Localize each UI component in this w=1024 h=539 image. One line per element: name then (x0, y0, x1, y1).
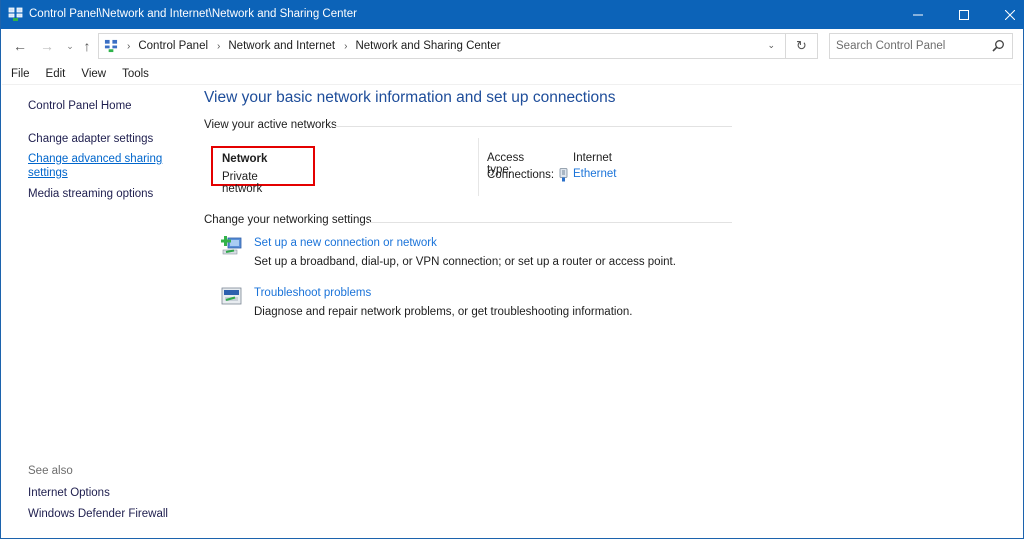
window: Control Panel\Network and Internet\Netwo… (0, 0, 1024, 539)
minimize-button[interactable] (895, 0, 941, 29)
chevron-down-icon: ⌄ (66, 40, 74, 51)
connections-label: Connections: (487, 169, 555, 181)
section-divider (335, 126, 732, 127)
recent-locations-button[interactable]: ⌄ (61, 37, 79, 55)
breadcrumb-network-and-sharing-center[interactable]: Network and Sharing Center (355, 40, 500, 52)
ethernet-icon (559, 168, 568, 182)
maximize-icon (959, 9, 969, 20)
section-divider (369, 222, 732, 223)
breadcrumb-control-panel[interactable]: Control Panel (138, 40, 208, 52)
breadcrumb-network-and-internet[interactable]: Network and Internet (228, 40, 335, 52)
arrow-right-icon: → (40, 38, 54, 54)
sidebar-media-streaming-options[interactable]: Media streaming options (28, 187, 153, 201)
close-icon (1005, 9, 1015, 20)
network-center-icon (8, 7, 23, 21)
search-icon[interactable] (992, 39, 1005, 52)
up-button[interactable]: ↑ (78, 37, 96, 55)
sidebar-link-line1: Change advanced sharing (28, 153, 163, 165)
troubleshoot-problems-link[interactable]: Troubleshoot problems (254, 287, 371, 299)
arrow-up-icon: ↑ (83, 38, 91, 54)
see-also-windows-defender-firewall[interactable]: Windows Defender Firewall (28, 507, 168, 521)
troubleshoot-problems-description: Diagnose and repair network problems, or… (254, 306, 633, 318)
refresh-button[interactable]: ↻ (785, 33, 817, 59)
sidebar-change-adapter-settings[interactable]: Change adapter settings (28, 132, 153, 146)
see-also-header: See also (28, 465, 73, 477)
title-bar: Control Panel\Network and Internet\Netwo… (1, 0, 1024, 29)
page-title: View your basic network information and … (204, 89, 616, 106)
maximize-button[interactable] (941, 0, 987, 29)
menu-edit[interactable]: Edit (46, 65, 66, 84)
sidebar: Control Panel Home Change adapter settin… (2, 86, 182, 538)
navigation-bar: ← → ⌄ ↑ › Control Panel › Network and In… (2, 29, 1022, 65)
menu-view[interactable]: View (81, 65, 106, 84)
setup-new-connection-link[interactable]: Set up a new connection or network (254, 237, 437, 249)
sidebar-control-panel-home[interactable]: Control Panel Home (28, 99, 132, 113)
close-button[interactable] (987, 0, 1024, 29)
arrow-left-icon: ← (13, 38, 27, 54)
access-type-value: Internet (573, 152, 612, 164)
back-button[interactable]: ← (11, 37, 29, 55)
active-networks-header: View your active networks (204, 119, 337, 131)
menu-tools[interactable]: Tools (122, 65, 149, 84)
ethernet-connection-link[interactable]: Ethernet (573, 168, 616, 180)
sidebar-link-line2: settings (28, 167, 68, 179)
control-panel-icon (104, 39, 118, 53)
networking-settings-header: Change your networking settings (204, 214, 372, 226)
menu-file[interactable]: File (11, 65, 30, 84)
minimize-icon (913, 14, 923, 15)
menu-bar: File Edit View Tools (2, 65, 1022, 85)
breadcrumb-separator[interactable]: › (344, 41, 347, 52)
window-title: Control Panel\Network and Internet\Netwo… (29, 8, 357, 20)
address-bar[interactable]: › Control Panel › Network and Internet ›… (98, 33, 818, 59)
see-also-internet-options[interactable]: Internet Options (28, 486, 110, 500)
refresh-icon: ↻ (796, 38, 807, 53)
address-dropdown-icon[interactable]: ⌄ (767, 40, 775, 51)
sidebar-change-advanced-sharing-settings[interactable]: Change advanced sharing settings (28, 152, 162, 180)
forward-button[interactable]: → (38, 37, 56, 55)
setup-new-connection-description: Set up a broadband, dial-up, or VPN conn… (254, 256, 676, 268)
breadcrumb-separator[interactable]: › (217, 41, 220, 52)
breadcrumb-separator: › (127, 40, 131, 52)
network-type[interactable]: Private network (222, 171, 262, 195)
new-connection-icon (221, 236, 242, 255)
vertical-divider (478, 138, 479, 196)
search-input[interactable] (836, 35, 986, 57)
network-name: Network (222, 153, 268, 165)
search-box[interactable] (829, 33, 1013, 59)
troubleshoot-icon (221, 287, 242, 305)
